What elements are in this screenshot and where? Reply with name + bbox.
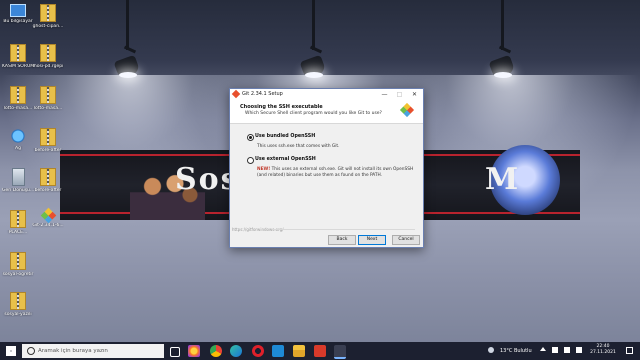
- option-description: NEW! This uses an external ssh.exe. Git …: [257, 167, 414, 178]
- zip-icon: [10, 252, 26, 270]
- vscode-icon[interactable]: [272, 345, 284, 357]
- desktop-icon-file[interactable]: before-after: [32, 168, 64, 193]
- git-app-icon: [231, 89, 241, 99]
- page-subheading: Which Secure Shell client program would …: [245, 111, 382, 116]
- back-button[interactable]: Back: [328, 235, 356, 245]
- desktop-icon-label: lotto-masa...: [3, 106, 33, 111]
- zip-icon: [10, 292, 26, 310]
- minimize-button[interactable]: —: [377, 89, 392, 100]
- clock-date: 27.11.2021: [590, 350, 616, 355]
- desktop-icon-network[interactable]: Ağ: [2, 128, 34, 151]
- option-label[interactable]: Use external OpenSSH: [255, 157, 316, 162]
- task-view-icon[interactable]: [170, 347, 180, 357]
- radio-bundled-openssh[interactable]: [247, 134, 254, 141]
- banner-title-right: M: [485, 162, 519, 197]
- taskbar: Aramak için buraya yazın 13°C Bulutlu 22…: [0, 342, 640, 360]
- maximize-button: □: [396, 91, 403, 98]
- zip-icon: [40, 86, 56, 104]
- desktop-icon-label: Bu bilgisayar: [3, 19, 33, 24]
- desktop-icon-label: Geri Dönüşü...: [2, 188, 34, 193]
- volume-icon[interactable]: [564, 347, 570, 353]
- chrome-icon[interactable]: [210, 345, 222, 357]
- firefox-icon[interactable]: [188, 345, 200, 357]
- close-button[interactable]: ✕: [407, 89, 422, 100]
- dialog-titlebar[interactable]: Git 2.34.1 Setup — □ ✕: [230, 89, 423, 100]
- radio-external-openssh[interactable]: [247, 157, 254, 164]
- zip-icon: [10, 86, 26, 104]
- zip-icon: [10, 44, 26, 62]
- desktop-icon-file[interactable]: KASIM SÖRÜMEDNE...: [2, 44, 34, 69]
- desktop-icon-label: Ağ: [15, 146, 21, 151]
- desktop-icon-file[interactable]: lhosi-pd.rgepi: [32, 44, 64, 69]
- edge-icon[interactable]: [230, 345, 242, 357]
- desktop-icon-label: lhosi-pd.rgepi: [32, 64, 64, 69]
- desktop-icon-label: KASIM SÖRÜMEDNE...: [2, 64, 34, 69]
- desktop-icon-label: ghost-cipan...: [32, 24, 64, 29]
- desktop-icon-file[interactable]: lotto-masa...: [32, 86, 64, 111]
- option-label[interactable]: Use bundled OpenSSH: [255, 134, 315, 139]
- zip-icon: [10, 210, 26, 228]
- zip-icon: [40, 44, 56, 62]
- search-box[interactable]: Aramak için buraya yazın: [22, 344, 164, 358]
- start-button[interactable]: [6, 346, 16, 356]
- desktop-icon-label: before-after: [34, 188, 62, 193]
- desktop-icon-label: sosyal-ogretir: [2, 272, 34, 277]
- git-setup-dialog: Git 2.34.1 Setup — □ ✕ Choosing the SSH …: [229, 88, 424, 248]
- recycle-bin-icon: [11, 168, 25, 186]
- keyboard-icon[interactable]: [576, 347, 582, 353]
- clock-time: 22:40: [596, 344, 610, 349]
- network-tray-icon[interactable]: [552, 347, 558, 353]
- dialog-header: Choosing the SSH executable Which Secure…: [230, 100, 423, 124]
- git-logo-icon: [399, 102, 415, 118]
- desktop-icon-file[interactable]: sosyal-yazili: [2, 292, 34, 317]
- zip-icon: [40, 4, 56, 22]
- git-installer-icon: [40, 207, 56, 224]
- desktop-icon-label: sosyal-yazili: [4, 312, 32, 317]
- git-setup-icon[interactable]: [334, 345, 346, 359]
- desktop-icon-file[interactable]: before-after: [32, 128, 64, 153]
- search-icon: [27, 347, 35, 355]
- desktop-icon-file[interactable]: PLACE...: [2, 210, 34, 235]
- network-icon: [11, 128, 25, 144]
- desktop-icon-file[interactable]: lotto-masa...: [2, 86, 34, 111]
- search-placeholder: Aramak için buraya yazın: [38, 348, 108, 354]
- desktop-icon-file[interactable]: ghost-cipan...: [32, 4, 64, 29]
- notifications-icon[interactable]: [626, 347, 633, 354]
- zip-icon: [40, 168, 56, 186]
- page-heading: Choosing the SSH executable: [240, 104, 323, 110]
- desktop-icon-label: PLACE...: [8, 230, 28, 235]
- desktop-icon-label: before-after: [34, 148, 62, 153]
- opera-icon[interactable]: [252, 345, 264, 357]
- footer-divider: [272, 229, 415, 230]
- dialog-title: Git 2.34.1 Setup: [242, 91, 283, 97]
- app-red-icon[interactable]: [314, 345, 326, 357]
- next-button[interactable]: Next: [358, 235, 386, 245]
- new-badge: NEW!: [257, 167, 271, 172]
- zip-icon: [40, 128, 56, 146]
- computer-icon: [10, 4, 26, 17]
- desktop-icon-this-pc[interactable]: Bu bilgisayar: [2, 4, 34, 24]
- option-description: This uses ssh.exe that comes with Git.: [257, 144, 340, 149]
- chevron-up-icon[interactable]: [540, 347, 546, 351]
- cancel-button[interactable]: Cancel: [392, 235, 420, 245]
- desktop-icon-git-installer[interactable]: Git-2.34.1-6...: [32, 207, 64, 228]
- desktop-icon-label: lotto-masa...: [33, 106, 63, 111]
- explorer-icon[interactable]: [293, 345, 305, 357]
- desktop-icon-file[interactable]: sosyal-ogretir: [2, 252, 34, 277]
- weather-icon[interactable]: [488, 347, 494, 353]
- desktop-icon-recycle-bin[interactable]: Geri Dönüşü...: [2, 168, 34, 193]
- weather-text[interactable]: 13°C Bulutlu: [500, 348, 532, 354]
- system-clock[interactable]: 22:40 27.11.2021: [588, 344, 618, 356]
